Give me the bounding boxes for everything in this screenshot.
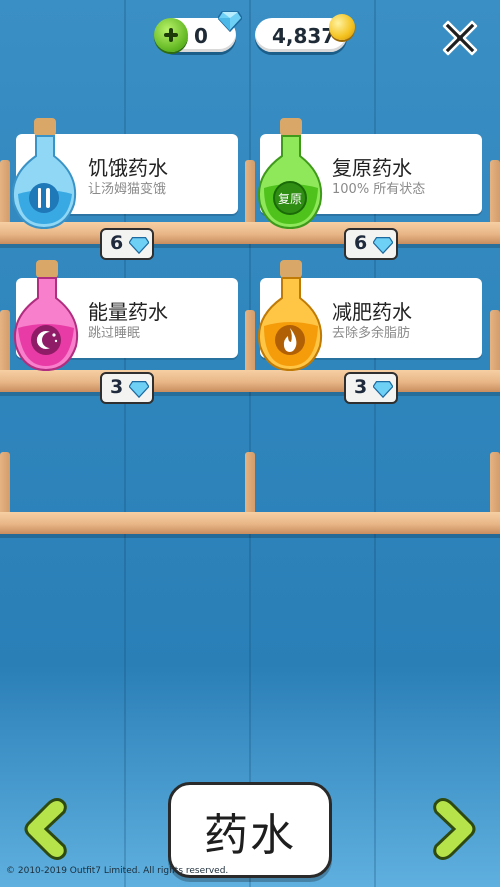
category-label: 药水 — [204, 810, 296, 861]
potion-description: 让汤姆猫变饿 — [88, 182, 167, 197]
gem-icon — [373, 381, 393, 398]
gem-icon — [373, 237, 393, 254]
potion-name: 能量药水 — [88, 300, 168, 324]
potion-name: 减肥药水 — [332, 300, 412, 324]
emblem-label: 复原 — [278, 192, 302, 206]
price-badge[interactable]: 6 — [344, 228, 398, 260]
potion-name: 复原药水 — [332, 156, 412, 180]
hunger-potion-bottle[interactable] — [4, 116, 84, 236]
potion-description: 去除多余脂肪 — [332, 326, 411, 341]
wall-panel-line — [249, 0, 251, 887]
coin-count: 4,837 — [272, 24, 336, 48]
close-icon[interactable] — [438, 16, 482, 60]
gem-icon — [129, 237, 149, 254]
price-badge[interactable]: 6 — [100, 228, 154, 260]
gem-icon — [129, 381, 149, 398]
price-badge[interactable]: 3 — [344, 372, 398, 404]
category-button[interactable]: 药水 — [168, 782, 332, 878]
previous-arrow-icon[interactable] — [22, 796, 72, 862]
potion-description: 跳过睡眠 — [88, 326, 141, 341]
gem-icon — [218, 11, 242, 32]
price-value: 6 — [354, 232, 368, 254]
next-arrow-icon[interactable] — [428, 796, 478, 862]
potion-description: 100% 所有状态 — [332, 182, 426, 197]
potion-name: 饥饿药水 — [88, 156, 168, 180]
price-badge[interactable]: 3 — [100, 372, 154, 404]
gem-count: 0 — [194, 24, 208, 48]
restore-potion-bottle[interactable]: 复原 — [252, 116, 332, 236]
price-value: 3 — [110, 376, 124, 398]
copyright-text: © 2010-2019 Outfit7 Limited. All rights … — [6, 866, 229, 876]
coin-icon — [329, 14, 355, 40]
slim-potion-bottle[interactable] — [252, 258, 332, 378]
energy-potion-bottle[interactable] — [6, 258, 86, 378]
price-value: 3 — [354, 376, 368, 398]
price-value: 6 — [110, 232, 124, 254]
shelf-board — [0, 512, 500, 534]
add-gems-button[interactable] — [154, 18, 188, 52]
